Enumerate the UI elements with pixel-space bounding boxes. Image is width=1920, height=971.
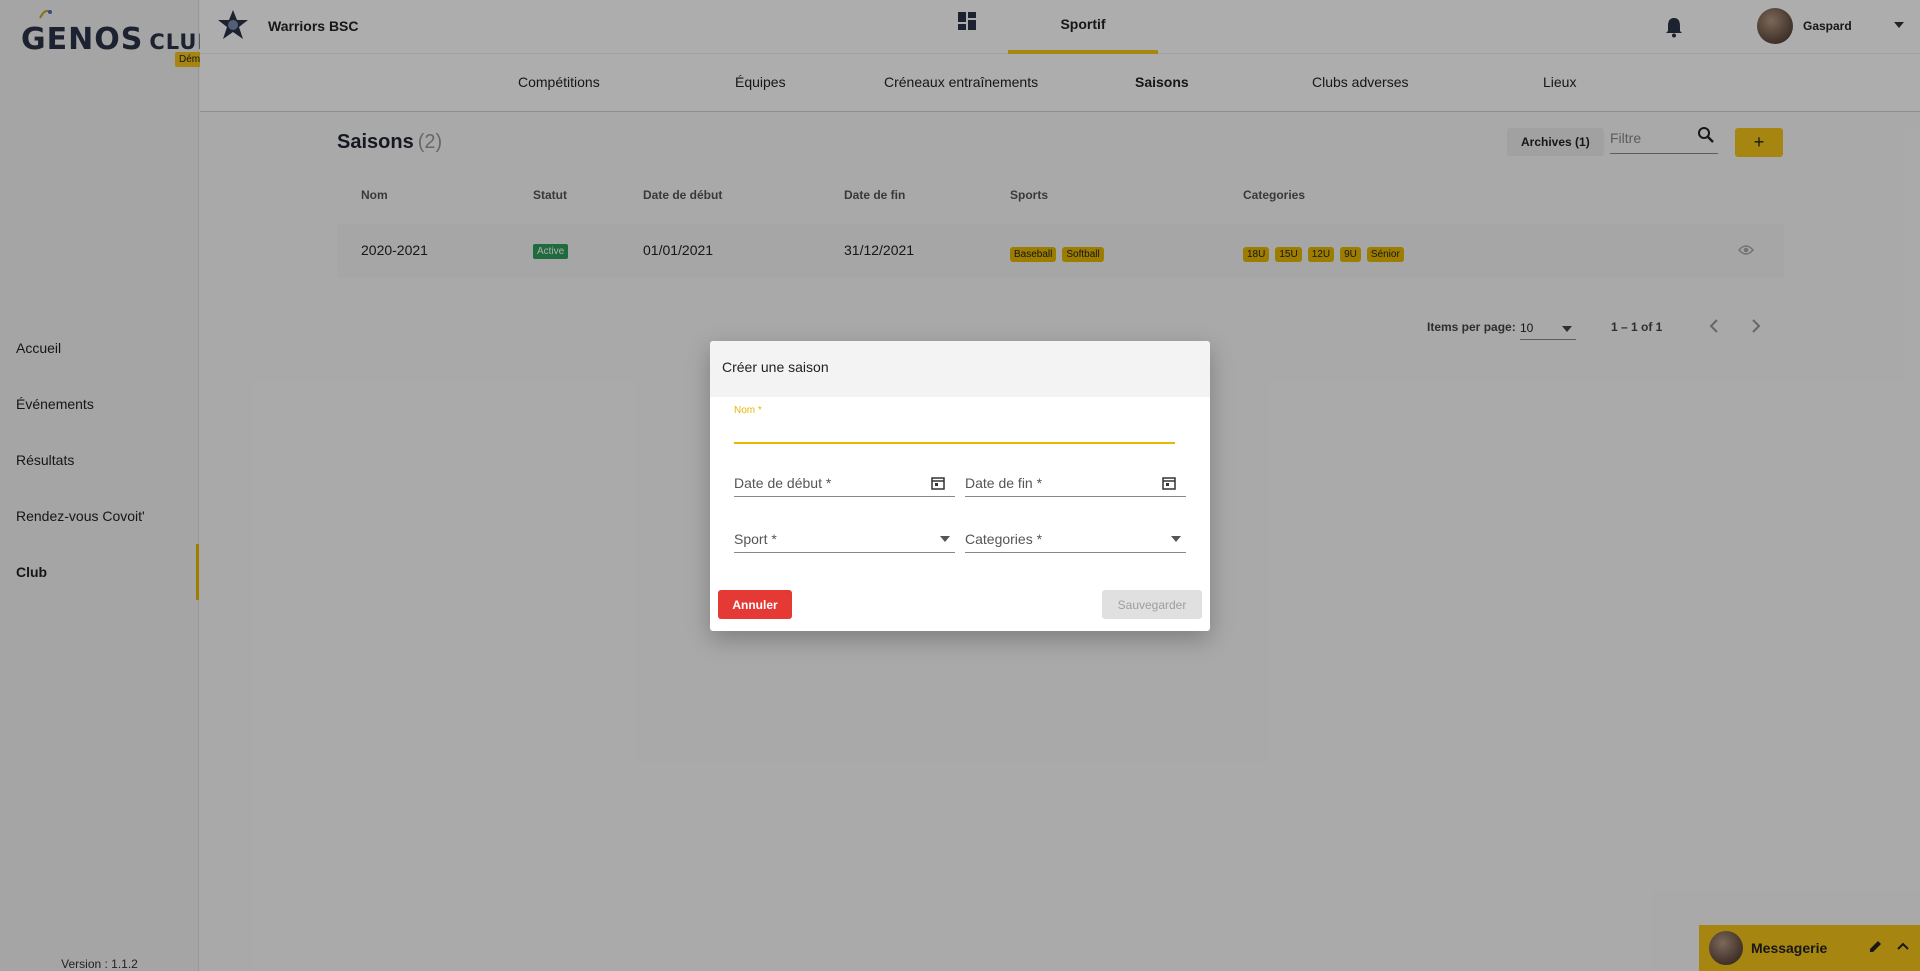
cancel-button[interactable]: Annuler — [718, 590, 792, 619]
categories-underline — [965, 552, 1186, 553]
calendar-icon[interactable] — [1162, 476, 1176, 490]
save-button[interactable]: Sauvegarder — [1102, 590, 1202, 619]
chevron-down-icon — [940, 536, 950, 542]
date-end-label: Date de fin * — [965, 475, 1043, 491]
nom-label-text: Nom — [734, 405, 756, 416]
date-end-underline — [965, 496, 1186, 497]
date-start-label: Date de début * — [734, 475, 832, 491]
sport-label: Sport * — [734, 531, 777, 547]
categories-label: Categories * — [965, 531, 1043, 547]
sport-underline — [734, 552, 955, 553]
create-season-dialog: Créer une saison Nom * Date de début * D… — [710, 341, 1210, 631]
dialog-title: Créer une saison — [710, 341, 1210, 397]
nom-input[interactable] — [734, 419, 1175, 443]
calendar-icon[interactable] — [931, 476, 945, 490]
date-start-field[interactable]: Date de début * — [734, 475, 955, 505]
nom-underline — [734, 442, 1175, 444]
sport-select[interactable]: Sport * — [734, 531, 955, 561]
date-start-underline — [734, 496, 955, 497]
required-mark: * — [757, 405, 762, 416]
categories-select[interactable]: Categories * — [965, 531, 1186, 561]
date-end-field[interactable]: Date de fin * — [965, 475, 1186, 505]
chevron-down-icon — [1171, 536, 1181, 542]
nom-label: Nom * — [734, 405, 762, 416]
